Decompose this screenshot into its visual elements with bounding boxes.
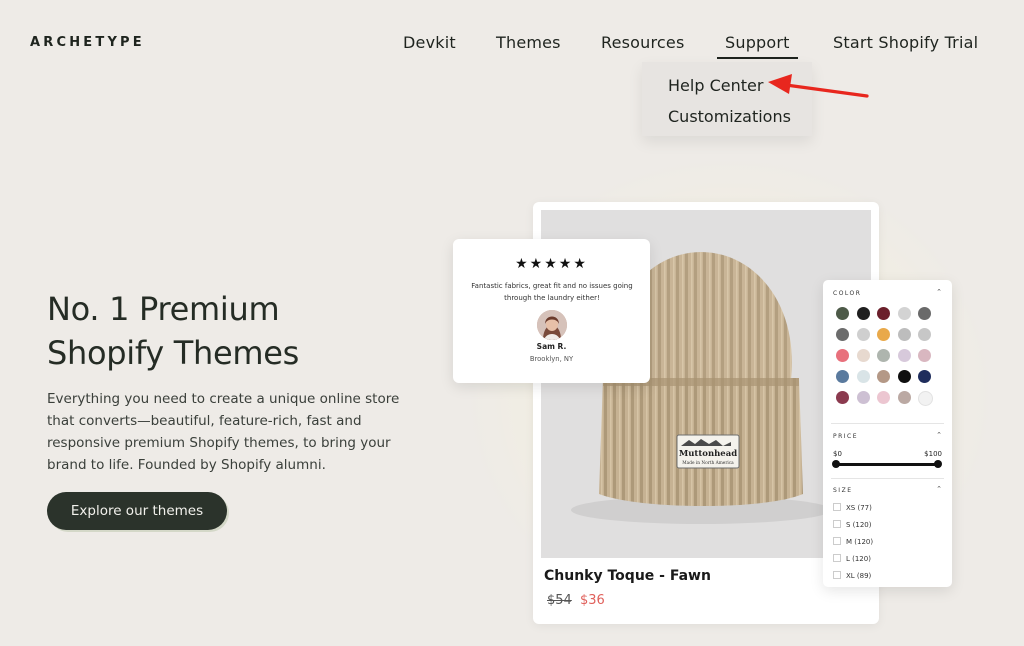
color-swatch[interactable] [897, 307, 911, 320]
size-option-label: XL (89) [846, 572, 872, 580]
review-text: Fantastic fabrics, great fit and no issu… [471, 282, 633, 302]
product-label-sub: Made in North America [682, 461, 734, 466]
size-option[interactable]: XL (89) [833, 571, 871, 580]
logo[interactable]: ARCHETYPE [30, 35, 145, 50]
hero-title-line1: No. 1 Premium [47, 290, 280, 328]
color-filter-label: COLOR [833, 290, 862, 297]
avatar [537, 310, 567, 340]
color-swatch[interactable] [836, 349, 849, 362]
color-swatch[interactable] [856, 391, 870, 404]
review-card: ★★★★★ Fantastic fabrics, great fit and n… [453, 239, 650, 383]
color-swatch[interactable] [897, 349, 911, 362]
color-swatch[interactable] [877, 370, 890, 383]
price-filter-label: PRICE [833, 433, 859, 440]
divider [831, 478, 944, 479]
size-checkbox[interactable] [833, 537, 841, 545]
color-swatch[interactable] [877, 307, 890, 320]
color-swatch[interactable] [836, 328, 849, 341]
size-option-label: L (120) [846, 555, 871, 563]
hero-title: No. 1 Premium Shopify Themes [47, 287, 299, 375]
size-option[interactable]: M (120) [833, 537, 873, 546]
color-swatch[interactable] [856, 370, 870, 383]
color-swatch[interactable] [918, 328, 931, 341]
hero-subtitle: Everything you need to create a unique o… [47, 391, 400, 473]
price-slider-track[interactable] [835, 463, 938, 466]
color-swatch[interactable] [856, 349, 870, 362]
color-swatch[interactable] [897, 391, 911, 404]
nav-resources[interactable]: Resources [601, 33, 685, 52]
color-swatch[interactable] [918, 307, 931, 320]
size-option-label: XS (77) [846, 504, 872, 512]
chevron-up-icon[interactable]: ⌃ [936, 431, 942, 439]
size-option[interactable]: L (120) [833, 554, 871, 563]
explore-themes-button[interactable]: Explore our themes [47, 492, 227, 530]
product-name[interactable]: Chunky Toque - Fawn [544, 568, 711, 584]
product-label-brand: Muttonhead [679, 449, 737, 459]
chevron-up-icon[interactable]: ⌃ [936, 288, 942, 296]
nav-themes[interactable]: Themes [496, 33, 561, 52]
color-swatch[interactable] [836, 391, 849, 404]
original-price: $54 [547, 593, 572, 608]
chevron-up-icon[interactable]: ⌃ [936, 485, 942, 493]
reviewer-name: Sam R. [536, 342, 567, 351]
color-swatch[interactable] [897, 328, 911, 341]
divider [831, 423, 944, 424]
color-swatch[interactable] [877, 328, 890, 341]
size-option-label: S (120) [846, 521, 872, 529]
size-checkbox[interactable] [833, 571, 841, 579]
size-filter-label: SIZE [833, 487, 853, 494]
menu-item-help-center[interactable]: Help Center [668, 76, 763, 95]
color-swatch[interactable] [856, 307, 870, 320]
menu-item-customizations[interactable]: Customizations [668, 107, 791, 126]
size-checkbox[interactable] [833, 520, 841, 528]
size-option-label: M (120) [846, 538, 874, 546]
reviewer-location: Brooklyn, NY [529, 355, 574, 363]
size-option[interactable]: XS (77) [833, 503, 872, 512]
filter-panel: COLOR ⌃ PRICE ⌃ $0 $100 SIZE ⌃ XS (77) S … [823, 280, 952, 587]
annotation-arrow-icon [768, 74, 869, 98]
hero-title-line2: Shopify Themes [47, 334, 300, 372]
size-checkbox[interactable] [833, 554, 841, 562]
price-min: $0 [833, 450, 842, 458]
color-swatch[interactable] [918, 391, 933, 406]
nav-support[interactable]: Support [717, 33, 798, 59]
color-swatch[interactable] [918, 349, 931, 362]
color-swatch[interactable] [877, 349, 890, 362]
nav-devkit[interactable]: Devkit [403, 33, 456, 52]
size-option[interactable]: S (120) [833, 520, 872, 529]
color-swatch[interactable] [836, 370, 849, 383]
color-swatch[interactable] [836, 307, 849, 320]
color-swatch[interactable] [918, 370, 931, 383]
color-swatch[interactable] [897, 370, 911, 383]
color-swatch[interactable] [877, 391, 890, 404]
price-max: $100 [924, 450, 942, 458]
price-slider-max-handle[interactable] [934, 460, 942, 468]
size-checkbox[interactable] [833, 503, 841, 511]
sale-price: $36 [580, 593, 605, 608]
nav-start-trial[interactable]: Start Shopify Trial [833, 33, 978, 52]
color-swatch[interactable] [856, 328, 870, 341]
star-rating-icon: ★★★★★ [515, 256, 588, 272]
price-slider-min-handle[interactable] [832, 460, 840, 468]
